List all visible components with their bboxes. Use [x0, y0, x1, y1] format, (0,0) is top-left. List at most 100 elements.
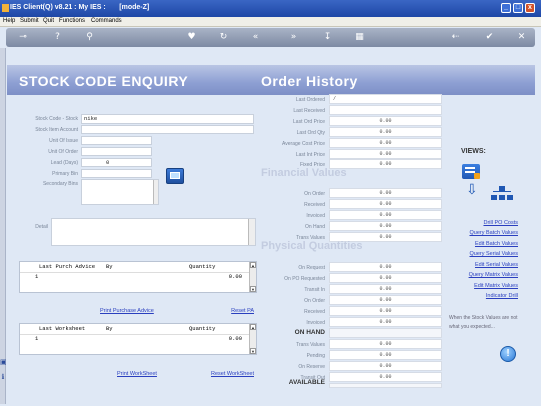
purch-col-by: By	[106, 263, 113, 270]
back-icon[interactable]: ⇠	[450, 32, 461, 43]
phys-invoiced-field[interactable]: 0.00	[329, 317, 442, 327]
financial-values-title: Financial Values	[261, 167, 347, 179]
last-ordered-field[interactable]: /	[329, 94, 442, 104]
rewind-icon[interactable]: «	[250, 32, 261, 43]
purch-col-advice: Last Purch Advice	[39, 263, 96, 270]
last-ord-price-label: Last Ord Price	[293, 119, 325, 125]
drill-po-costs-link[interactable]: Drill PO Costs	[440, 220, 518, 226]
fin-on-hand-label: On Hand	[304, 224, 325, 230]
fin-on-order-label: On Order	[304, 191, 325, 197]
stock-code-label: Stock Code - Stock	[35, 116, 78, 122]
primary-bin-field[interactable]	[81, 169, 152, 178]
edit-matrix-values-link[interactable]: Edit Matrix Values	[440, 283, 518, 289]
refresh-icon[interactable]: ↻	[218, 32, 229, 43]
fin-on-hand-field[interactable]: 0.00	[329, 221, 442, 231]
last-received-field[interactable]	[329, 105, 442, 115]
purch-scrollbar[interactable]: ▲ ▼	[249, 262, 256, 292]
ws-scrollbar[interactable]: ▲ ▼	[249, 324, 256, 354]
maximize-button[interactable]: □	[513, 3, 523, 13]
table-row[interactable]: 1 0.00	[20, 272, 250, 281]
average-cost-price-field[interactable]: 0.00	[329, 138, 442, 148]
fin-received-field[interactable]: 0.00	[329, 199, 442, 209]
cancel-x-icon[interactable]: ✕	[516, 32, 527, 43]
ws-col-quantity: Quantity	[189, 325, 216, 332]
phys-transit-out-field[interactable]: 0.00	[329, 372, 442, 382]
available-field	[329, 383, 442, 388]
search-icon[interactable]: ⚲	[84, 32, 95, 43]
phys-on-request-field[interactable]: 0.00	[329, 262, 442, 272]
delete-icon[interactable]: ▦	[354, 32, 365, 43]
phys-trans-values-field[interactable]: 0.00	[329, 339, 442, 349]
purch-row-number: 1	[35, 273, 39, 280]
unit-of-order-label: Unit Of Order	[48, 149, 78, 155]
table-row[interactable]: 1 0.00	[20, 334, 250, 343]
lead-days-field[interactable]: 0	[81, 158, 152, 167]
ok-check-icon[interactable]: ✔	[484, 32, 495, 43]
last-ord-price-field[interactable]: 0.00	[329, 116, 442, 126]
views-title: VIEWS:	[461, 148, 486, 155]
ws-row-number: 1	[35, 335, 39, 342]
print-purchase-advice-link[interactable]: Print Purchase Advice	[100, 308, 154, 314]
detail-scrollbar[interactable]	[248, 219, 255, 245]
fin-invoiced-label: Invoiced	[306, 213, 325, 219]
favorite-heart-icon[interactable]: ♥	[186, 32, 197, 43]
minimize-button[interactable]: _	[501, 3, 511, 13]
monitor-icon[interactable]	[166, 168, 184, 184]
stock-code-field[interactable]: nike	[81, 114, 254, 124]
query-batch-values-link[interactable]: Query Batch Values	[440, 230, 518, 236]
menu-help[interactable]: Help	[3, 18, 15, 24]
query-matrix-values-link[interactable]: Query Matrix Values	[440, 272, 518, 278]
last-ord-qty-field[interactable]: 0.00	[329, 127, 442, 137]
phys-received-label: Received	[304, 309, 325, 315]
phys-on-reserve-field[interactable]: 0.00	[329, 361, 442, 371]
reset-worksheet-link[interactable]: Reset WorkSheet	[196, 371, 254, 377]
help-bubble-icon[interactable]: !	[500, 346, 516, 362]
side-monitor-icon[interactable]: ▣	[0, 358, 7, 368]
menu-functions[interactable]: Functions	[59, 18, 85, 24]
menu-commands[interactable]: Commands	[91, 18, 122, 24]
purch-advice-header: Last Purch Advice By Quantity	[20, 262, 256, 271]
phys-on-order-field[interactable]: 0.00	[329, 295, 442, 305]
secondary-bins-label: Secondary Bins	[42, 181, 78, 187]
secondary-bins-scrollbar[interactable]	[153, 180, 158, 204]
key-icon[interactable]: ⊸	[12, 32, 34, 43]
reset-pa-link[interactable]: Reset PA	[210, 308, 254, 314]
last-ord-qty-label: Last Ord Qty	[296, 130, 325, 136]
phys-on-po-requested-field[interactable]: 0.00	[329, 273, 442, 283]
edit-document-icon[interactable]	[462, 164, 480, 179]
edit-batch-values-link[interactable]: Edit Batch Values	[440, 241, 518, 247]
hierarchy-icon[interactable]	[491, 186, 513, 200]
scroll-down-icon[interactable]: ▼	[250, 348, 256, 354]
stock-item-account-field[interactable]	[81, 125, 254, 134]
ws-row-quantity: 0.00	[228, 335, 242, 342]
worksheet-header: Last Worksheet By Quantity	[20, 324, 256, 333]
unit-of-order-field[interactable]	[81, 147, 152, 156]
arrow-down-icon[interactable]: ⇩	[466, 183, 478, 197]
help-icon[interactable]: ?	[52, 32, 63, 43]
purch-row-quantity: 0.00	[228, 273, 242, 280]
secondary-bins-list[interactable]	[81, 179, 159, 205]
fin-invoiced-field[interactable]: 0.00	[329, 210, 442, 220]
detail-textarea[interactable]	[51, 218, 256, 246]
forward-icon[interactable]: »	[288, 32, 299, 43]
side-info-icon[interactable]: ℹ	[0, 373, 6, 383]
phys-pending-field[interactable]: 0.00	[329, 350, 442, 360]
fin-on-order-field[interactable]: 0.00	[329, 188, 442, 198]
edit-serial-values-link[interactable]: Edit Serial Values	[440, 262, 518, 268]
last-int-price-field[interactable]: 0.00	[329, 149, 442, 159]
left-side-strip: ▣ ℹ	[0, 48, 7, 404]
phys-invoiced-label: Invoiced	[306, 320, 325, 326]
print-worksheet-link[interactable]: Print WorkSheet	[117, 371, 157, 377]
phys-transit-in-field[interactable]: 0.00	[329, 284, 442, 294]
menu-submit[interactable]: Submit	[20, 18, 39, 24]
scroll-up-icon[interactable]: ▲	[250, 324, 256, 330]
close-button[interactable]: x	[525, 3, 535, 13]
indicator-drill-link[interactable]: Indicator Drill	[440, 293, 518, 299]
scroll-down-icon[interactable]: ▼	[250, 286, 256, 292]
query-serial-values-link[interactable]: Query Serial Values	[440, 251, 518, 257]
unit-of-issue-field[interactable]	[81, 136, 152, 145]
menu-quit[interactable]: Quit	[43, 18, 54, 24]
save-icon[interactable]: ↧	[322, 32, 333, 43]
scroll-up-icon[interactable]: ▲	[250, 262, 256, 268]
phys-received-field[interactable]: 0.00	[329, 306, 442, 316]
